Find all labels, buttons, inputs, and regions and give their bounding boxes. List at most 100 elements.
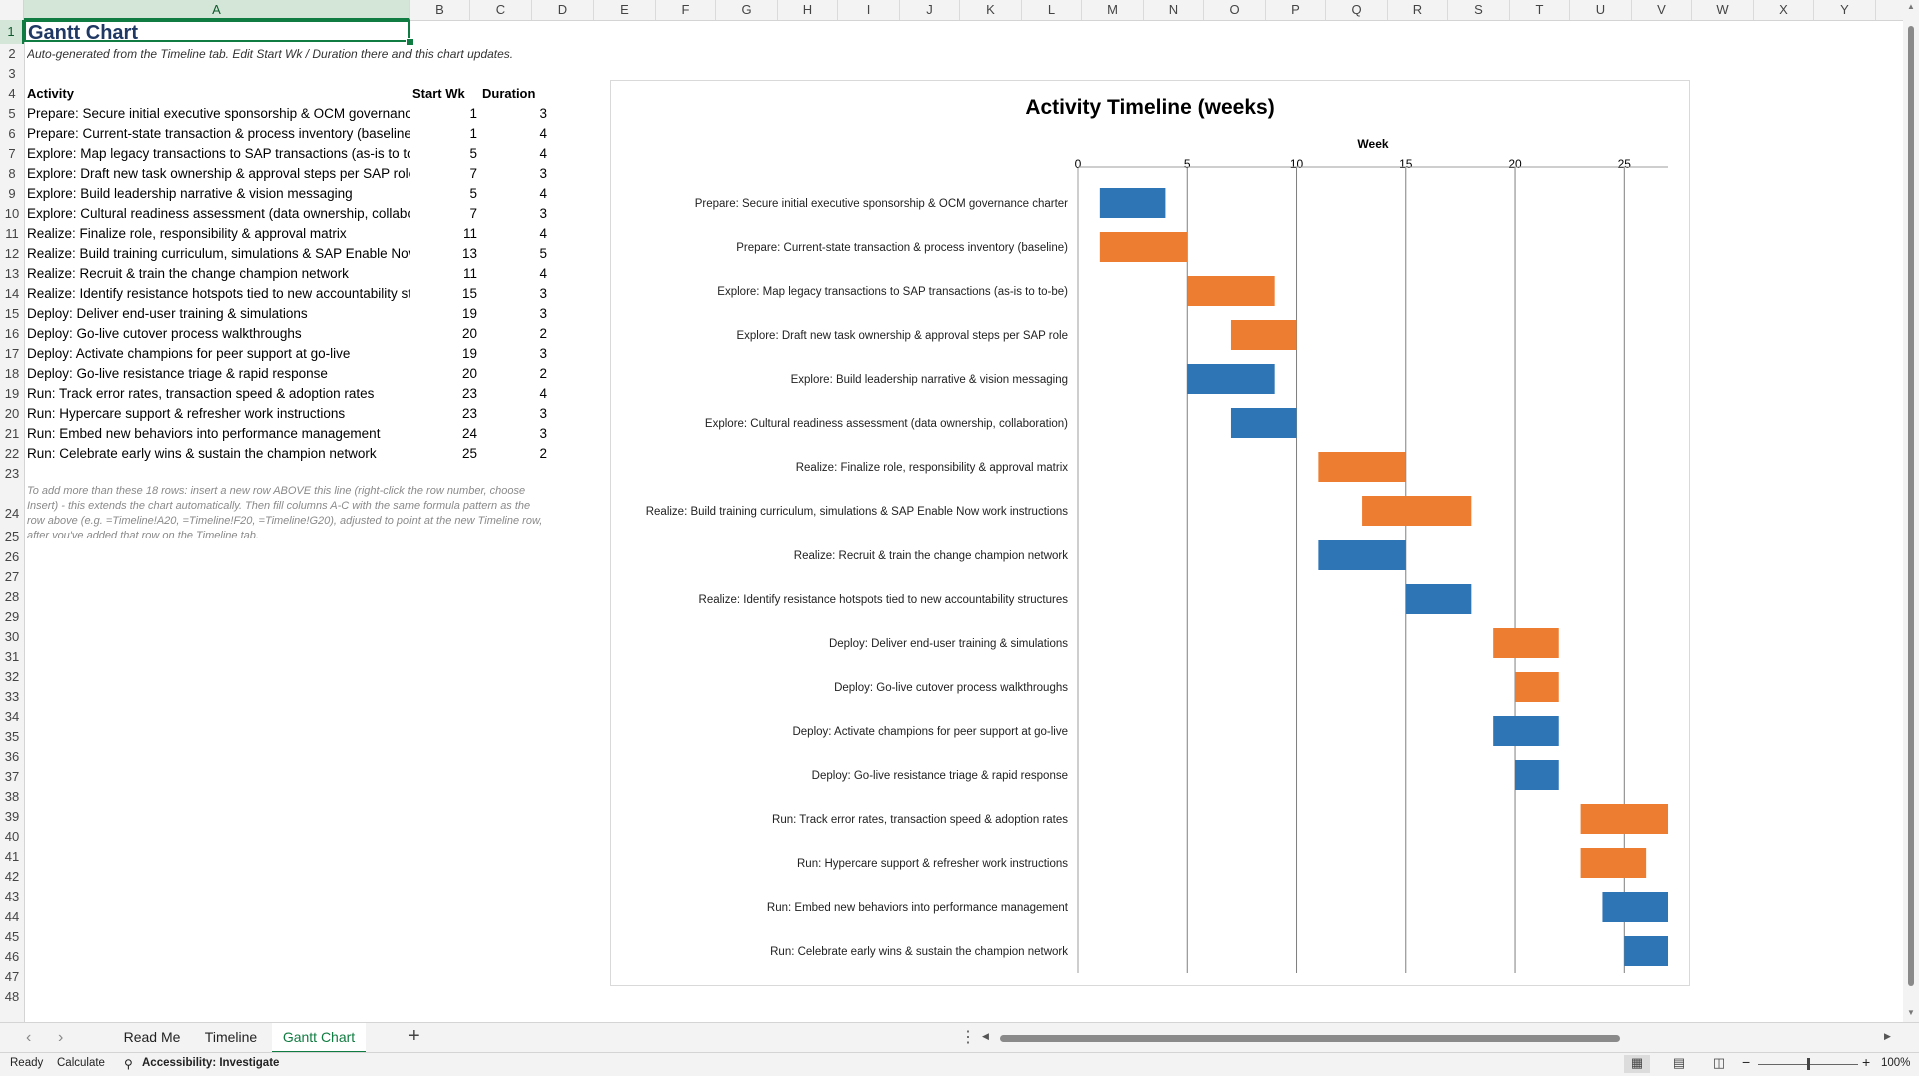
row-header[interactable]: 16 <box>0 324 24 344</box>
start-week-cell[interactable]: 24 <box>412 424 477 444</box>
start-week-cell[interactable]: 23 <box>412 404 477 424</box>
column-header[interactable]: T <box>1510 0 1570 20</box>
row-header[interactable]: 30 <box>0 627 24 647</box>
row-header[interactable]: 43 <box>0 887 24 907</box>
start-week-cell[interactable]: 5 <box>412 184 477 204</box>
row-header[interactable]: 13 <box>0 264 24 284</box>
duration-cell[interactable]: 3 <box>482 424 547 444</box>
vertical-scrollbar[interactable]: ▲ ▼ <box>1903 0 1919 1022</box>
page-break-icon[interactable]: ◫ <box>1706 1055 1732 1073</box>
start-week-cell[interactable]: 5 <box>412 144 477 164</box>
scroll-up-icon[interactable]: ▲ <box>1907 2 1915 11</box>
row-header[interactable]: 25 <box>0 527 24 547</box>
row-header[interactable]: 47 <box>0 967 24 987</box>
start-week-cell[interactable]: 7 <box>412 204 477 224</box>
column-header[interactable]: Y <box>1814 0 1876 20</box>
row-header[interactable]: 29 <box>0 607 24 627</box>
row-header[interactable]: 2 <box>0 44 24 64</box>
status-calculate[interactable]: Calculate <box>57 1057 105 1069</box>
duration-cell[interactable]: 3 <box>482 204 547 224</box>
activity-cell[interactable]: Realize: Build training curriculum, simu… <box>27 244 410 264</box>
row-header[interactable]: 26 <box>0 547 24 567</box>
next-sheet-icon[interactable]: › <box>58 1029 63 1047</box>
duration-cell[interactable]: 2 <box>482 324 547 344</box>
column-header[interactable]: D <box>532 0 594 20</box>
column-header[interactable]: C <box>470 0 532 20</box>
column-header[interactable]: F <box>656 0 716 20</box>
prev-sheet-icon[interactable]: ‹ <box>26 1029 31 1047</box>
row-header[interactable]: 4 <box>0 84 24 104</box>
row-header[interactable]: 5 <box>0 104 24 124</box>
column-header[interactable]: H <box>778 0 838 20</box>
row-header[interactable]: 1 <box>0 20 24 44</box>
row-header[interactable]: 9 <box>0 184 24 204</box>
row-header[interactable]: 45 <box>0 927 24 947</box>
row-header[interactable]: 17 <box>0 344 24 364</box>
row-header[interactable]: 14 <box>0 284 24 304</box>
selected-cell-a1[interactable]: Gantt Chart <box>24 20 410 44</box>
start-week-cell[interactable]: 23 <box>412 384 477 404</box>
gantt-chart[interactable]: Activity Timeline (weeks) Week 0 5 10 15 20 25 P… <box>610 80 1690 986</box>
scroll-left-icon[interactable]: ◀ <box>982 1031 989 1042</box>
row-header[interactable]: 12 <box>0 244 24 264</box>
column-header[interactable]: R <box>1388 0 1448 20</box>
column-header[interactable]: I <box>838 0 900 20</box>
column-header[interactable]: J <box>900 0 960 20</box>
start-week-cell[interactable]: 15 <box>412 284 477 304</box>
row-header[interactable]: 3 <box>0 64 24 84</box>
activity-cell[interactable]: Realize: Identify resistance hotspots ti… <box>27 284 410 304</box>
activity-cell[interactable]: Deploy: Activate champions for peer supp… <box>27 344 410 364</box>
row-header[interactable]: 6 <box>0 124 24 144</box>
row-header[interactable]: 7 <box>0 144 24 164</box>
row-header[interactable]: 31 <box>0 647 24 667</box>
duration-cell[interactable]: 4 <box>482 144 547 164</box>
column-header[interactable]: U <box>1570 0 1632 20</box>
start-week-cell[interactable]: 1 <box>412 104 477 124</box>
activity-cell[interactable]: Explore: Draft new task ownership & appr… <box>27 164 410 184</box>
column-header[interactable]: O <box>1204 0 1266 20</box>
row-header[interactable]: 42 <box>0 867 24 887</box>
more-options-icon[interactable]: ⋮ <box>960 1027 976 1047</box>
activity-cell[interactable]: Run: Celebrate early wins & sustain the … <box>27 444 410 464</box>
activity-cell[interactable]: Deploy: Deliver end-user training & simu… <box>27 304 410 324</box>
column-header[interactable]: W <box>1692 0 1754 20</box>
row-header[interactable]: 21 <box>0 424 24 444</box>
activity-cell[interactable]: Explore: Map legacy transactions to SAP … <box>27 144 410 164</box>
row-header[interactable]: 39 <box>0 807 24 827</box>
column-header[interactable]: N <box>1144 0 1204 20</box>
tab-timeline[interactable]: Timeline <box>196 1023 266 1051</box>
tab-gantt-chart[interactable]: Gantt Chart <box>272 1023 366 1053</box>
page-layout-icon[interactable]: ▤ <box>1666 1055 1692 1073</box>
activity-cell[interactable]: Explore: Cultural readiness assessment (… <box>27 204 410 224</box>
row-header[interactable]: 32 <box>0 667 24 687</box>
duration-cell[interactable]: 3 <box>482 304 547 324</box>
row-header[interactable]: 37 <box>0 767 24 787</box>
column-header[interactable]: E <box>594 0 656 20</box>
column-header[interactable]: V <box>1632 0 1692 20</box>
start-week-cell[interactable]: 11 <box>412 264 477 284</box>
activity-cell[interactable]: Prepare: Secure initial executive sponso… <box>27 104 410 124</box>
normal-view-icon[interactable]: ▦ <box>1624 1055 1650 1073</box>
row-header[interactable]: 11 <box>0 224 24 244</box>
activity-cell[interactable]: Explore: Build leadership narrative & vi… <box>27 184 410 204</box>
row-header[interactable]: 20 <box>0 404 24 424</box>
select-all-corner[interactable] <box>0 0 24 20</box>
activity-cell[interactable]: Deploy: Go-live cutover process walkthro… <box>27 324 410 344</box>
horizontal-scroll-thumb[interactable] <box>1000 1035 1620 1042</box>
duration-cell[interactable]: 3 <box>482 284 547 304</box>
row-header[interactable]: 44 <box>0 907 24 927</box>
duration-cell[interactable]: 3 <box>482 344 547 364</box>
start-week-cell[interactable]: 20 <box>412 364 477 384</box>
column-header[interactable]: P <box>1266 0 1326 20</box>
row-header[interactable]: 22 <box>0 444 24 464</box>
column-header[interactable]: M <box>1082 0 1144 20</box>
activity-cell[interactable]: Run: Embed new behaviors into performanc… <box>27 424 410 444</box>
duration-cell[interactable]: 3 <box>482 104 547 124</box>
row-header[interactable]: 33 <box>0 687 24 707</box>
duration-cell[interactable]: 2 <box>482 444 547 464</box>
row-header[interactable]: 28 <box>0 587 24 607</box>
start-week-cell[interactable]: 19 <box>412 304 477 324</box>
activity-cell[interactable]: Realize: Recruit & train the change cham… <box>27 264 410 284</box>
duration-cell[interactable]: 4 <box>482 224 547 244</box>
column-header[interactable]: G <box>716 0 778 20</box>
